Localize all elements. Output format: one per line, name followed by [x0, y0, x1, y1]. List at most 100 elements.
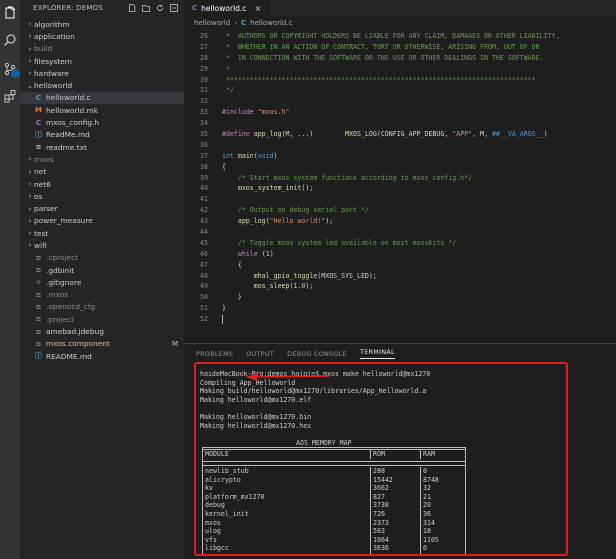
code-line[interactable]: 47 {	[184, 260, 616, 271]
code-token: (CONFIG_APP_DEBUG,	[376, 130, 453, 139]
terminal[interactable]: haideMacBook-Pro:demos haiqin$ mxos make…	[194, 362, 568, 556]
code-line[interactable]: 41	[184, 194, 616, 205]
code-text: {	[222, 260, 242, 271]
code-line[interactable]: 49 mos_sleep(1.0);	[184, 281, 616, 292]
new-file-icon[interactable]	[128, 4, 136, 12]
tab-helloworld-c[interactable]: C helloworld.c ×	[184, 0, 270, 16]
close-icon[interactable]: ×	[254, 4, 261, 13]
folder-item[interactable]: › wifi	[20, 239, 184, 251]
breadcrumb-file[interactable]: helloworld.c	[250, 19, 292, 27]
chevron-right-icon: ›	[28, 32, 32, 41]
code-line[interactable]: 30 *************************************…	[184, 75, 616, 86]
code-token: * AUTHORS OR COPYRIGHT HOLDERS BE LIABLE…	[222, 32, 560, 40]
code-line[interactable]: 52	[184, 314, 616, 325]
breadcrumb-folder[interactable]: helloworld	[194, 19, 230, 27]
folder-item[interactable]: › os	[20, 190, 184, 202]
terminal-line: Making build/helloworld@mx1270/libraries…	[200, 387, 427, 396]
collapse-all-icon[interactable]	[170, 4, 178, 12]
code-line[interactable]: 38 {	[184, 162, 616, 173]
code-line[interactable]: 45 /* Toggle mxos system led available o…	[184, 238, 616, 249]
files-icon[interactable]	[3, 6, 17, 20]
item-label: README.md	[46, 351, 92, 361]
tab-problems[interactable]: PROBLEMS	[196, 350, 233, 358]
chevron-right-icon: ›	[28, 204, 32, 213]
code-line[interactable]: 34	[184, 118, 616, 129]
code-line[interactable]: 31 */	[184, 85, 616, 96]
file-item[interactable]: ≡ mxos.component M	[20, 338, 184, 350]
folder-item[interactable]: › hardware	[20, 67, 184, 79]
folder-item[interactable]: › algorithm	[20, 18, 184, 30]
code-line[interactable]: 35 #define app_log(M, ...) MXOS_LOG(CONFI…	[184, 129, 616, 140]
code-text: #define app_log(M, ...) MXOS_LOG(CONFIG_…	[222, 129, 548, 140]
item-label: .gdbinit	[46, 265, 75, 275]
code-line[interactable]: 32	[184, 96, 616, 107]
code-line[interactable]: 51}	[184, 303, 616, 314]
code-editor[interactable]: 26 * AUTHORS OR COPYRIGHT HOLDERS BE LIA…	[184, 31, 616, 325]
code-line[interactable]: 36	[184, 140, 616, 151]
code-token: #include	[222, 108, 258, 117]
file-item[interactable]: ≡ amebad.jdebug	[20, 325, 184, 337]
file-item[interactable]: ◆ .gitignore	[20, 276, 184, 288]
file-icon: ≡	[35, 290, 42, 299]
file-item[interactable]: ≡ .openocd_cfg	[20, 301, 184, 313]
folder-item[interactable]: › parser	[20, 202, 184, 214]
code-line[interactable]: 50 }	[184, 292, 616, 303]
folder-item[interactable]: › build	[20, 43, 184, 55]
source-control-badge	[11, 69, 20, 78]
item-label: wifi	[34, 240, 47, 250]
file-item[interactable]: ⓘ ReadMe.md	[20, 129, 184, 141]
line-number: 26	[200, 32, 208, 40]
code-line[interactable]: 40 mxos_system_init();	[184, 183, 616, 194]
terminal-line: Making helloworld@mx1270.elf	[200, 395, 312, 404]
code-token: "mxos.h"	[257, 108, 290, 117]
file-item[interactable]: ≡ .gdbinit	[20, 264, 184, 276]
folder-item[interactable]: › power_measure	[20, 215, 184, 227]
file-item[interactable]: Mhelloworld.mk	[20, 104, 184, 116]
folder-item[interactable]: ⌄ helloworld	[20, 79, 184, 91]
code-line[interactable]: 26 * AUTHORS OR COPYRIGHT HOLDERS BE LIA…	[184, 31, 616, 42]
chevron-right-icon: ›	[28, 69, 32, 78]
code-line[interactable]: 27 * WHETHER IN AN ACTION OF CONTRACT, T…	[184, 42, 616, 53]
code-line[interactable]: 46 while (1)	[184, 249, 616, 260]
ram-cell: 1340	[421, 553, 465, 554]
file-icon: ≡	[35, 315, 42, 324]
file-item[interactable]: ⓘ README.md	[20, 350, 184, 362]
tab-terminal[interactable]: TERMINAL	[360, 348, 395, 359]
code-token: ();	[301, 184, 314, 193]
folder-item[interactable]: › mxos	[20, 153, 184, 165]
refresh-icon[interactable]	[156, 4, 164, 12]
extensions-icon[interactable]	[3, 89, 17, 103]
folder-item[interactable]: › test	[20, 227, 184, 239]
code-line[interactable]: 42 /* Output on debug serial port */	[184, 205, 616, 216]
code-line[interactable]: 37 int main(void)	[184, 151, 616, 162]
tab-output[interactable]: OUTPUT	[246, 350, 274, 358]
chevron-right-icon: ›	[28, 180, 32, 188]
code-line[interactable]: 44	[184, 227, 616, 238]
code-line[interactable]: 48 mhal_gpio_toggle(MXOS_SYS_LED);	[184, 271, 616, 282]
folder-item[interactable]: › filesystem	[20, 55, 184, 67]
file-item[interactable]: Chelloworld.c	[20, 91, 184, 105]
file-item[interactable]: ≡ .project	[20, 313, 184, 325]
code-token: mxos_system_init	[237, 184, 302, 193]
search-icon[interactable]	[3, 33, 17, 47]
code-line[interactable]: 43 app_log("Hello world!");	[184, 216, 616, 227]
tab-debug-console[interactable]: DEBUG CONSOLE	[287, 350, 347, 358]
folder-item[interactable]: › application	[20, 30, 184, 42]
file-item[interactable]: Cmxos_config.h	[20, 116, 184, 128]
folder-item[interactable]: › net6	[20, 178, 184, 190]
code-token: )	[543, 130, 548, 139]
line-number: 35	[200, 130, 208, 139]
file-item[interactable]: ≡ .cproject	[20, 252, 184, 264]
code-line[interactable]: 29 *	[184, 64, 616, 75]
file-item[interactable]: ≡ readme.txt	[20, 141, 184, 153]
code-line[interactable]: 39 /* Start mxos system functions accord…	[184, 173, 616, 184]
code-line[interactable]: 28 * IN CONNECTION WITH THE SOFTWARE OR …	[184, 53, 616, 64]
code-line[interactable]: 33 #include "mxos.h"	[184, 107, 616, 118]
code-token: mhal_gpio_toggle	[253, 271, 318, 280]
new-folder-icon[interactable]	[142, 4, 150, 12]
chevron-right-icon: ›	[28, 192, 32, 201]
line-number: 38	[200, 162, 208, 171]
folder-item[interactable]: › net	[20, 166, 184, 178]
item-label: .project	[46, 314, 74, 324]
file-item[interactable]: ≡ .mxos	[20, 289, 184, 301]
